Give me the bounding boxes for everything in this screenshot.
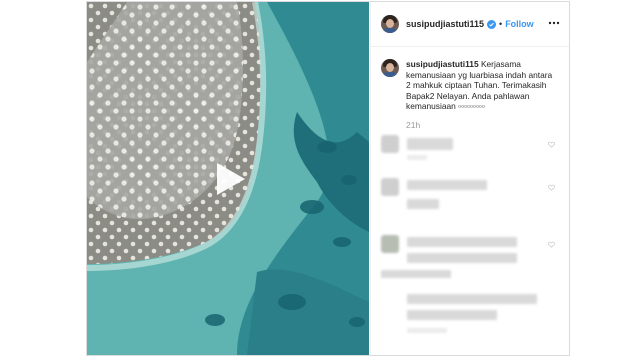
comment-text-blurred xyxy=(407,253,517,263)
caption-text-block: susipudjiastuti115 Kerjasama kemanusiaan… xyxy=(406,59,558,112)
instagram-post-embed: susipudjiastuti115 • Follow susipudjiast… xyxy=(86,1,570,356)
separator-dot: • xyxy=(499,19,503,29)
comment-avatar xyxy=(381,235,399,253)
comment-text-blurred xyxy=(407,310,497,320)
comment-item-blurred xyxy=(381,235,561,265)
verified-badge-icon xyxy=(487,19,497,29)
post-side-panel: susipudjiastuti115 • Follow susipudjiast… xyxy=(370,2,569,355)
caption-username[interactable]: susipudjiastuti115 xyxy=(406,59,479,69)
comment-text-blurred xyxy=(407,180,487,190)
comment-item-blurred xyxy=(381,178,561,209)
heart-icon[interactable] xyxy=(548,241,555,248)
follow-button[interactable]: Follow xyxy=(505,19,534,29)
comment-text-blurred xyxy=(407,199,439,209)
comment-text-blurred xyxy=(381,270,451,278)
heart-icon[interactable] xyxy=(548,141,555,148)
comment-text-blurred xyxy=(407,237,517,247)
caption-avatar[interactable] xyxy=(381,59,399,77)
comment-avatar xyxy=(381,178,399,196)
post-caption: susipudjiastuti115 Kerjasama kemanusiaan… xyxy=(381,59,561,112)
comment-meta-blurred xyxy=(407,328,447,333)
avatar[interactable] xyxy=(381,15,399,33)
comment-meta-blurred xyxy=(407,155,427,160)
header-username[interactable]: susipudjiastuti115 xyxy=(406,19,484,29)
post-timestamp[interactable]: 21h xyxy=(406,120,420,130)
comment-text-blurred xyxy=(407,138,453,150)
play-icon xyxy=(217,163,245,195)
comment-item-blurred xyxy=(381,135,561,165)
play-button[interactable] xyxy=(209,159,249,199)
heart-icon[interactable] xyxy=(548,184,555,191)
comment-text-blurred xyxy=(407,294,537,304)
comment-item-blurred xyxy=(371,264,569,355)
post-video[interactable] xyxy=(87,2,369,355)
comment-avatar xyxy=(381,135,399,153)
more-options-icon[interactable] xyxy=(548,17,560,29)
post-header: susipudjiastuti115 • Follow xyxy=(371,2,569,47)
